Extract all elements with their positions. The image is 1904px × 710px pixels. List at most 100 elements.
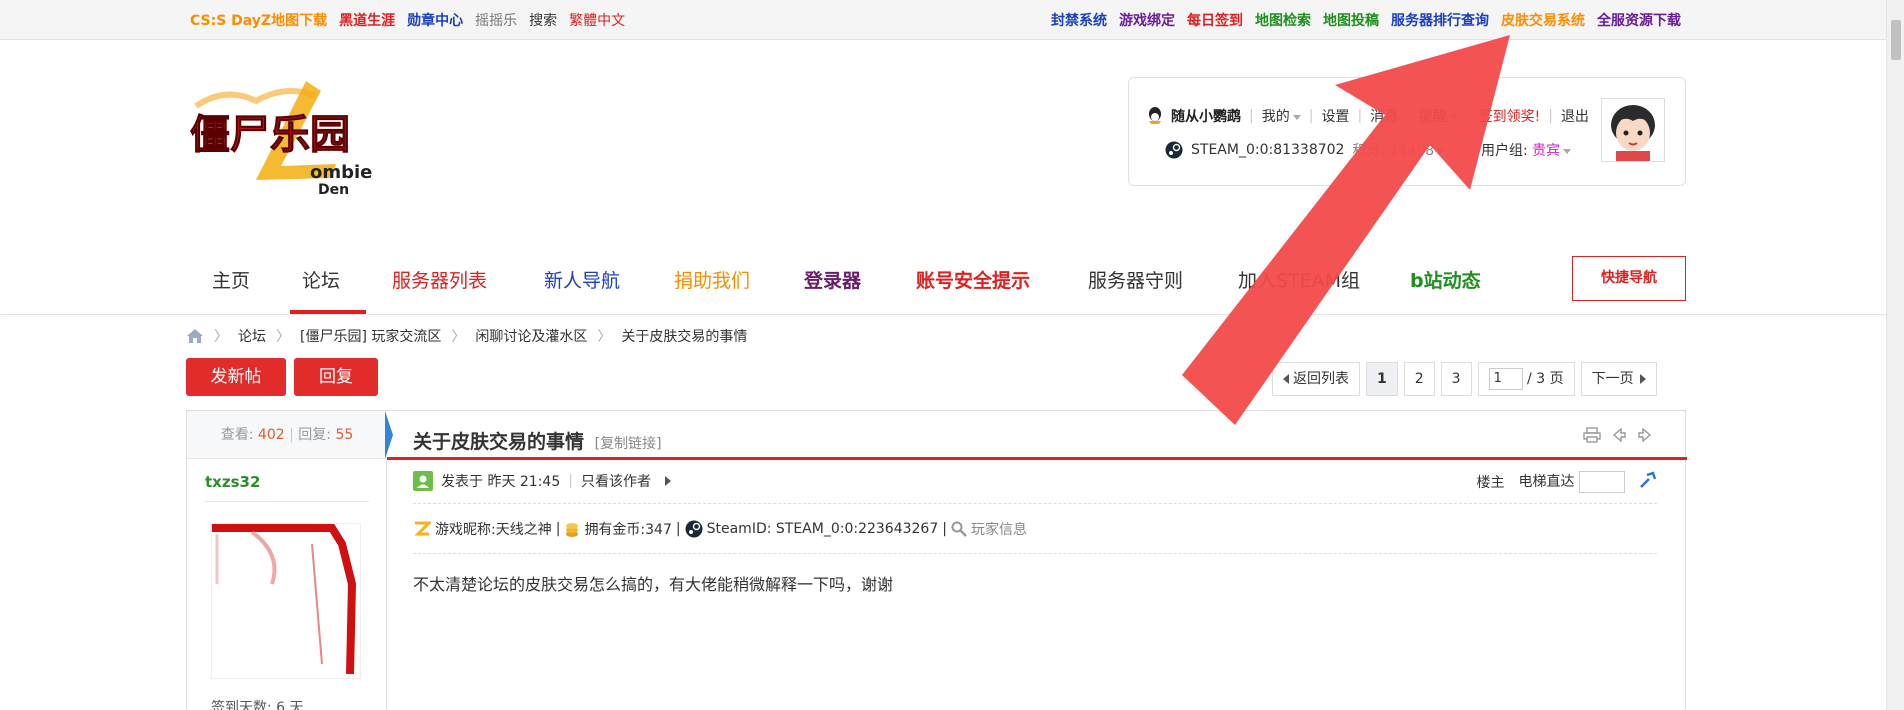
user-panel: 随从小鹦鹉 | 我的 | 设置 | 消息 | 提醒 | 签到领奖! | 退出 S… bbox=[1128, 77, 1686, 186]
nav-launcher[interactable]: 登录器 bbox=[804, 266, 861, 293]
reminder-link[interactable]: 提醒 bbox=[1419, 106, 1458, 126]
new-thread-button[interactable]: 发新帖 bbox=[186, 358, 286, 396]
nav-join-steam-group[interactable]: 加入STEAM组 bbox=[1238, 266, 1360, 293]
my-menu-link[interactable]: 我的 bbox=[1262, 106, 1301, 126]
user-points[interactable]: 积分: 14498 bbox=[1352, 140, 1446, 160]
player-info-link[interactable]: 玩家信息 bbox=[971, 519, 1027, 539]
top-link-server-ranking[interactable]: 服务器排行查询 bbox=[1391, 10, 1489, 30]
elevator-input[interactable] bbox=[1579, 471, 1625, 493]
breadcrumb-chat-board[interactable]: 闲聊讨论及灌水区 bbox=[475, 326, 587, 346]
qq-icon bbox=[1147, 107, 1163, 125]
page-scrollbar[interactable] bbox=[1886, 0, 1904, 710]
top-bar: CS:S DayZ地图下载 黑道生涯 勋章中心 摇摇乐 搜索 繁體中文 封禁系统… bbox=[0, 0, 1886, 40]
author-checkin-days: 签到天数: 6 天 bbox=[211, 700, 304, 710]
nav-divider bbox=[0, 314, 1886, 315]
author-avatar[interactable] bbox=[211, 523, 361, 679]
page-total: / 3 页 bbox=[1527, 371, 1564, 387]
user-steam-row: STEAM_0:0:81338702 积分: 14498 bbox=[1165, 140, 1446, 160]
only-author-link[interactable]: 只看该作者 bbox=[581, 471, 651, 491]
online-user-icon bbox=[413, 471, 433, 491]
chevron-down-icon bbox=[1563, 148, 1572, 154]
thread-stats: 查看: 402 | 回复: 55 bbox=[187, 411, 387, 459]
top-bar-left-links: CS:S DayZ地图下载 黑道生涯 勋章中心 摇摇乐 搜索 繁體中文 bbox=[190, 10, 625, 30]
quick-nav-button[interactable]: 快捷导航 bbox=[1572, 256, 1686, 301]
post-meta: 发表于 昨天 21:45 | 只看该作者 bbox=[413, 471, 671, 491]
top-bar-right-links: 封禁系统 游戏绑定 每日签到 地图检索 地图投稿 服务器排行查询 皮肤交易系统 … bbox=[1051, 10, 1681, 30]
thread-title: 关于皮肤交易的事情 [复制链接] bbox=[413, 427, 662, 454]
breadcrumb-separator: 〉 bbox=[276, 329, 290, 345]
page-jump: 1 / 3 页 bbox=[1477, 362, 1575, 396]
post-content: 不太清楚论坛的皮肤交易怎么搞的，有大佬能稍微解释一下吗，谢谢 bbox=[413, 575, 894, 594]
top-link-map-search[interactable]: 地图检索 bbox=[1255, 10, 1311, 30]
chevron-down-icon bbox=[1449, 114, 1458, 120]
elevator-go-icon[interactable] bbox=[1639, 471, 1657, 493]
page-1-button[interactable]: 1 bbox=[1366, 362, 1398, 396]
nav-account-security[interactable]: 账号安全提示 bbox=[916, 266, 1030, 293]
chevron-down-icon bbox=[1292, 114, 1301, 120]
nav-home[interactable]: 主页 bbox=[212, 266, 250, 293]
top-link-resource-download[interactable]: 全服资源下载 bbox=[1597, 10, 1681, 30]
logout-link[interactable]: 退出 bbox=[1561, 106, 1589, 126]
user-group[interactable]: 用户组: 贵宾 bbox=[1481, 140, 1572, 160]
breadcrumb-player-area[interactable]: [僵尸乐园] 玩家交流区 bbox=[300, 326, 441, 346]
breadcrumb: 〉 论坛 〉 [僵尸乐园] 玩家交流区 〉 闲聊讨论及灌水区 〉 关于皮肤交易的… bbox=[186, 326, 747, 346]
nav-newbie-guide[interactable]: 新人导航 bbox=[544, 266, 620, 293]
nav-forum[interactable]: 论坛 bbox=[302, 266, 340, 293]
post-author-sidebar: 查看: 402 | 回复: 55 txzs32 签到天数: 6 天 bbox=[187, 411, 387, 710]
thread-title-text: 关于皮肤交易的事情 bbox=[413, 431, 585, 453]
post-main: 关于皮肤交易的事情 [复制链接] 发表于 昨天 21:45 | 只看该作者 楼主… bbox=[387, 411, 1687, 710]
breadcrumb-separator: 〉 bbox=[451, 329, 466, 345]
copy-link-button[interactable]: [复制链接] bbox=[595, 436, 662, 452]
nav-server-rules[interactable]: 服务器守则 bbox=[1088, 266, 1183, 293]
page-jump-input[interactable]: 1 bbox=[1488, 368, 1523, 390]
magnifier-icon bbox=[951, 521, 967, 537]
breadcrumb-separator: 〉 bbox=[214, 329, 228, 345]
pager: 返回列表 1 2 3 1 / 3 页 下一页 bbox=[1272, 362, 1657, 396]
top-link-search[interactable]: 搜索 bbox=[529, 10, 557, 30]
nav-bilibili[interactable]: b站动态 bbox=[1410, 266, 1481, 293]
prev-thread-icon[interactable] bbox=[1611, 427, 1627, 447]
top-link-game-binding[interactable]: 游戏绑定 bbox=[1119, 10, 1175, 30]
breadcrumb-forum[interactable]: 论坛 bbox=[238, 326, 266, 346]
logo-sub-1: ombie bbox=[310, 162, 372, 183]
user-group-label: 用户组: bbox=[1481, 143, 1528, 159]
checkin-reward-link[interactable]: 签到领奖! bbox=[1479, 106, 1541, 126]
steam-icon bbox=[685, 520, 703, 538]
top-link-skin-trade[interactable]: 皮肤交易系统 bbox=[1501, 10, 1585, 30]
top-link-ban-system[interactable]: 封禁系统 bbox=[1051, 10, 1107, 30]
next-page-button[interactable]: 下一页 bbox=[1580, 362, 1657, 396]
meta-divider bbox=[413, 503, 1657, 504]
nav-server-list[interactable]: 服务器列表 bbox=[392, 266, 487, 293]
top-link-map-submit[interactable]: 地图投稿 bbox=[1323, 10, 1379, 30]
reply-button[interactable]: 回复 bbox=[294, 358, 378, 396]
home-icon[interactable] bbox=[186, 328, 204, 344]
settings-link[interactable]: 设置 bbox=[1321, 106, 1349, 126]
breadcrumb-current-thread[interactable]: 关于皮肤交易的事情 bbox=[621, 326, 747, 346]
top-link-shake[interactable]: 摇摇乐 bbox=[475, 10, 517, 30]
nav-donate[interactable]: 捐助我们 bbox=[674, 266, 750, 293]
avatar[interactable] bbox=[1601, 98, 1665, 162]
game-nickname: 游戏昵称:天线之神 bbox=[435, 522, 552, 538]
top-link-medal-center[interactable]: 勋章中心 bbox=[407, 10, 463, 30]
back-to-list-button[interactable]: 返回列表 bbox=[1272, 362, 1360, 396]
arrow-right-icon bbox=[1639, 374, 1646, 384]
top-link-dayz-maps[interactable]: CS:S DayZ地图下载 bbox=[190, 10, 327, 30]
floor-info: 楼主 电梯直达 bbox=[1477, 471, 1657, 493]
top-link-daily-checkin[interactable]: 每日签到 bbox=[1187, 10, 1243, 30]
thread-tools bbox=[1583, 427, 1653, 447]
logo-title: 僵尸乐园 bbox=[190, 111, 350, 158]
user-links-row: 随从小鹦鹉 | 我的 | 设置 | 消息 | 提醒 | 签到领奖! | 退出 bbox=[1147, 106, 1589, 126]
next-thread-icon[interactable] bbox=[1637, 427, 1653, 447]
page-3-button[interactable]: 3 bbox=[1440, 362, 1472, 396]
top-link-traditional-chinese[interactable]: 繁體中文 bbox=[569, 10, 625, 30]
author-name[interactable]: txzs32 bbox=[205, 473, 260, 491]
site-logo[interactable]: 僵尸乐园 ombie Den bbox=[186, 76, 386, 198]
main-nav: 主页 论坛 服务器列表 新人导航 捐助我们 登录器 账号安全提示 服务器守则 加… bbox=[186, 256, 1686, 314]
print-icon[interactable] bbox=[1583, 427, 1601, 447]
messages-link[interactable]: 消息 bbox=[1370, 106, 1398, 126]
scrollbar-thumb[interactable] bbox=[1891, 20, 1901, 60]
top-link-gang-career[interactable]: 黑道生涯 bbox=[339, 10, 395, 30]
user-group-value: 贵宾 bbox=[1532, 143, 1561, 159]
page-2-button[interactable]: 2 bbox=[1403, 362, 1435, 396]
username-link[interactable]: 随从小鹦鹉 bbox=[1171, 106, 1241, 126]
